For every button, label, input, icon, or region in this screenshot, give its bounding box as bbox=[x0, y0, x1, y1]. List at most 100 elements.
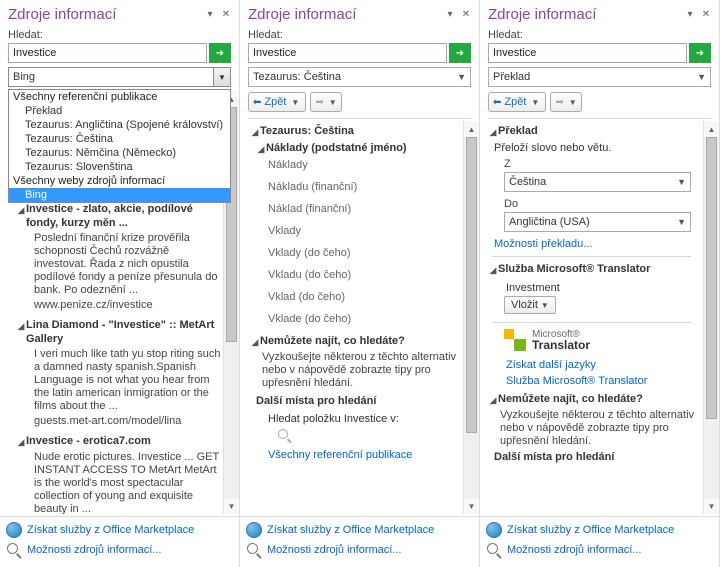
scroll-thumb[interactable] bbox=[466, 137, 477, 433]
forward-button[interactable]: ➡ ▼ bbox=[310, 92, 341, 112]
back-button[interactable]: ⬅ Zpět ▼ bbox=[488, 92, 546, 112]
thesaurus-entry[interactable]: Vklad (do čeho) bbox=[268, 290, 459, 304]
result-body: Poslední finanční krize prověřila schopn… bbox=[4, 231, 223, 298]
dropdown-group-header: Všechny referenční publikace bbox=[9, 90, 230, 104]
search-go-button[interactable]: ➔ bbox=[209, 43, 231, 63]
pane-footer: Získat služby z Office Marketplace Možno… bbox=[0, 516, 239, 563]
source-select-value: Překlad bbox=[493, 71, 530, 83]
pane-header: Zdroje informací ▾ ✕ bbox=[480, 4, 719, 27]
search-options-icon bbox=[6, 542, 22, 558]
dropdown-item[interactable]: Tezaurus: Angličtina (Spojené království… bbox=[9, 118, 230, 132]
not-found-body: Vyzkoušejte některou z těchto alternativ… bbox=[482, 408, 701, 449]
footer-options-link[interactable]: Možnosti zdrojů informací... bbox=[486, 540, 713, 560]
translator-service-link[interactable]: Služba Microsoft® Translator bbox=[506, 374, 701, 388]
chevron-down-icon: ▼ bbox=[329, 98, 337, 107]
result-link[interactable]: guests.met-art.com/model/lina bbox=[4, 414, 223, 429]
footer-marketplace-link[interactable]: Získat služby z Office Marketplace bbox=[6, 520, 233, 540]
source-select[interactable]: Bing ▼ bbox=[8, 67, 231, 87]
scroll-down-icon[interactable]: ▼ bbox=[464, 498, 479, 514]
translation-result: Investment bbox=[506, 281, 701, 295]
globe-icon bbox=[6, 522, 22, 538]
insert-button[interactable]: Vložit▼ bbox=[504, 296, 556, 314]
source-select[interactable]: Tezaurus: Čeština ▼ bbox=[248, 67, 471, 87]
chevron-down-icon: ▼ bbox=[677, 177, 686, 187]
forward-button[interactable]: ➡ ▼ bbox=[550, 92, 581, 112]
result-title[interactable]: Investice - erotica7.com bbox=[26, 434, 223, 448]
search-icon[interactable] bbox=[274, 427, 294, 443]
back-button[interactable]: ⬅ Zpět ▼ bbox=[248, 92, 306, 112]
pane-footer: Získat služby z Office Marketplace Možno… bbox=[480, 516, 719, 563]
pane-footer: Získat služby z Office Marketplace Možno… bbox=[240, 516, 479, 563]
from-label: Z bbox=[482, 156, 701, 170]
thesaurus-category[interactable]: Náklady (podstatné jméno) bbox=[266, 141, 459, 155]
search-input[interactable] bbox=[8, 43, 207, 63]
thesaurus-entry[interactable]: Vklady bbox=[268, 224, 459, 238]
pane-header: Zdroje informací ▾ ✕ bbox=[240, 4, 479, 27]
thesaurus-root[interactable]: Tezaurus: Čeština bbox=[260, 124, 459, 138]
search-label: Hledat: bbox=[480, 29, 719, 41]
research-pane-3: Zdroje informací ▾ ✕ Hledat: ➔ Překlad ▼… bbox=[480, 0, 720, 567]
source-dropdown-list[interactable]: Všechny referenční publikace Překlad Tez… bbox=[8, 89, 231, 203]
search-input[interactable] bbox=[488, 43, 687, 63]
chevron-down-icon[interactable]: ▼ bbox=[213, 67, 231, 87]
scroll-thumb[interactable] bbox=[706, 137, 717, 419]
menu-chevron-icon[interactable]: ▾ bbox=[203, 8, 217, 22]
scroll-up-icon[interactable]: ▲ bbox=[464, 121, 479, 137]
search-go-button[interactable]: ➔ bbox=[449, 43, 471, 63]
source-select[interactable]: Překlad ▼ bbox=[488, 67, 711, 87]
close-icon[interactable]: ✕ bbox=[699, 8, 713, 22]
all-reference-link[interactable]: Všechny referenční publikace bbox=[268, 448, 459, 462]
pane-title: Zdroje informací bbox=[8, 6, 116, 23]
scroll-down-icon[interactable]: ▼ bbox=[704, 498, 719, 514]
scroll-up-icon[interactable]: ▲ bbox=[704, 121, 719, 137]
translator-logo-icon bbox=[504, 329, 526, 351]
thesaurus-entry[interactable]: Náklad (finanční) bbox=[268, 202, 459, 216]
result-body: I veri much like tath yu stop riting suc… bbox=[4, 347, 223, 414]
translate-root[interactable]: Překlad bbox=[498, 124, 701, 138]
thesaurus-entry[interactable]: Vklade (do čeho) bbox=[268, 312, 459, 326]
thesaurus-entry[interactable]: Náklady bbox=[268, 158, 459, 172]
search-label: Hledat: bbox=[240, 29, 479, 41]
vertical-scrollbar[interactable]: ▲ ▼ bbox=[463, 121, 479, 514]
from-language-select[interactable]: Čeština▼ bbox=[504, 172, 691, 192]
footer-options-link[interactable]: Možnosti zdrojů informací... bbox=[6, 540, 233, 560]
close-icon[interactable]: ✕ bbox=[459, 8, 473, 22]
dropdown-item[interactable]: Tezaurus: Slovenština bbox=[9, 160, 230, 174]
menu-chevron-icon[interactable]: ▾ bbox=[683, 8, 697, 22]
close-icon[interactable]: ✕ bbox=[219, 8, 233, 22]
translator-service-header: Služba Microsoft® Translator bbox=[498, 262, 701, 276]
search-label: Hledat: bbox=[0, 29, 239, 41]
footer-marketplace-link[interactable]: Získat služby z Office Marketplace bbox=[486, 520, 713, 540]
thesaurus-entry[interactable]: Vkladu (do čeho) bbox=[268, 268, 459, 282]
globe-icon bbox=[246, 522, 262, 538]
result-title[interactable]: Lina Diamond - "Investice" :: MetArt Gal… bbox=[26, 318, 223, 346]
result-title[interactable]: Investice - zlato, akcie, podílové fondy… bbox=[26, 202, 223, 230]
research-pane-1: Zdroje informací ▾ ✕ Hledat: ➔ Bing ▼ Vš… bbox=[0, 0, 240, 567]
not-found-header: Nemůžete najít, co hledáte? bbox=[498, 392, 701, 406]
more-languages-link[interactable]: Získat další jazyky bbox=[506, 358, 701, 372]
thesaurus-entry[interactable]: Vklady (do čeho) bbox=[268, 246, 459, 260]
dropdown-item[interactable]: Překlad bbox=[9, 104, 230, 118]
search-in-label: Hledat položku Investice v: bbox=[268, 412, 459, 426]
dropdown-item[interactable]: Tezaurus: Němčina (Německo) bbox=[9, 146, 230, 160]
menu-chevron-icon[interactable]: ▾ bbox=[443, 8, 457, 22]
research-pane-2: Zdroje informací ▾ ✕ Hledat: ➔ Tezaurus:… bbox=[240, 0, 480, 567]
translation-options-link[interactable]: Možnosti překladu... bbox=[494, 237, 701, 251]
to-language-select[interactable]: Angličtina (USA)▼ bbox=[504, 212, 691, 232]
footer-marketplace-link[interactable]: Získat služby z Office Marketplace bbox=[246, 520, 473, 540]
arrow-left-icon: ⬅ bbox=[253, 97, 261, 108]
source-select-value: Bing bbox=[13, 71, 35, 83]
globe-icon bbox=[486, 522, 502, 538]
result-link[interactable]: www.penize.cz/investice bbox=[4, 298, 223, 313]
scroll-down-icon[interactable]: ▼ bbox=[224, 498, 239, 514]
search-input[interactable] bbox=[248, 43, 447, 63]
vertical-scrollbar[interactable]: ▲ ▼ bbox=[703, 121, 719, 514]
dropdown-item[interactable]: Tezaurus: Čeština bbox=[9, 132, 230, 146]
search-go-button[interactable]: ➔ bbox=[689, 43, 711, 63]
pane-title: Zdroje informací bbox=[488, 6, 596, 23]
footer-options-link[interactable]: Možnosti zdrojů informací... bbox=[246, 540, 473, 560]
chevron-down-icon: ▼ bbox=[457, 72, 466, 82]
search-options-icon bbox=[246, 542, 262, 558]
thesaurus-entry[interactable]: Nákladu (finanční) bbox=[268, 180, 459, 194]
dropdown-item-selected[interactable]: Bing bbox=[9, 188, 230, 202]
